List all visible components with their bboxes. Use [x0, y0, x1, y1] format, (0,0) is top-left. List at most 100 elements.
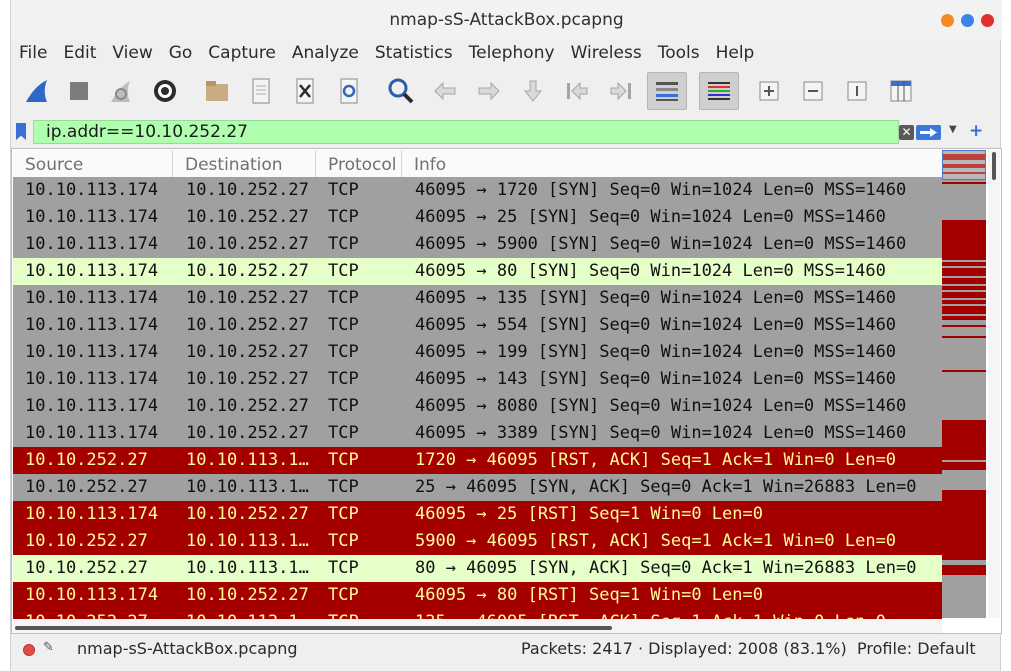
zoom-out-icon[interactable]: [795, 72, 831, 110]
resize-columns-icon[interactable]: [883, 72, 919, 110]
table-row[interactable]: 10.10.252.27 10.10.113.1… TCP 80 → 46095 [S…: [13, 555, 942, 582]
add-filter-button-plus-icon[interactable]: +: [969, 121, 983, 141]
table-row[interactable]: 10.10.113.174 10.10.252.27 TCP 46095 → 143 …: [13, 366, 942, 393]
packet-rows: 10.10.113.174 10.10.252.27 TCP 46095 → 1720…: [13, 177, 942, 629]
stop-capture-icon[interactable]: [61, 72, 97, 110]
display-filter-bar: ip.addr==10.10.252.27 ✕ ▼ +: [11, 118, 1002, 146]
table-row[interactable]: 10.10.113.174 10.10.252.27 TCP 46095 → 554 …: [13, 312, 942, 339]
table-row[interactable]: 10.10.113.174 10.10.252.27 TCP 46095 → 5900…: [13, 231, 942, 258]
filter-bookmark-icon[interactable]: [16, 123, 26, 140]
expert-info-icon[interactable]: [23, 644, 35, 656]
auto-scroll-icon[interactable]: [647, 72, 687, 110]
cell-protocol: TCP: [328, 315, 359, 335]
find-packet-icon[interactable]: [383, 72, 419, 110]
column-header-info[interactable]: Info: [402, 150, 942, 178]
apply-filter-icon[interactable]: [916, 125, 941, 140]
status-profile[interactable]: Profile: Default: [857, 639, 976, 658]
save-file-icon[interactable]: [243, 72, 279, 110]
cell-info: 46095 → 135 [SYN] Seq=0 Win=1024 Len=0 M…: [415, 288, 897, 308]
capture-options-icon[interactable]: [147, 72, 183, 110]
close-file-icon[interactable]: [287, 72, 323, 110]
go-forward-icon[interactable]: [471, 72, 507, 110]
cell-protocol: TCP: [328, 558, 359, 578]
column-header-destination[interactable]: Destination: [173, 150, 316, 178]
normal-size-icon[interactable]: [839, 72, 875, 110]
table-row[interactable]: 10.10.113.174 10.10.252.27 TCP 46095 → 135 …: [13, 285, 942, 312]
table-row[interactable]: 10.10.113.174 10.10.252.27 TCP 46095 → 80 […: [13, 258, 942, 285]
minimap-red-band: [942, 268, 986, 276]
cell-protocol: TCP: [328, 477, 359, 497]
go-first-icon[interactable]: [559, 72, 595, 110]
table-row[interactable]: 10.10.113.174 10.10.252.27 TCP 46095 → 25 […: [13, 501, 942, 528]
menu-telephony[interactable]: Telephony: [461, 40, 563, 66]
zoom-in-icon[interactable]: [751, 72, 787, 110]
table-row[interactable]: 10.10.113.174 10.10.252.27 TCP 46095 → 1720…: [13, 177, 942, 204]
go-back-icon[interactable]: [427, 72, 463, 110]
table-row[interactable]: 10.10.113.174 10.10.252.27 TCP 46095 → 8080…: [13, 393, 942, 420]
minimap-red-band: [942, 420, 986, 460]
clear-filter-icon[interactable]: ✕: [899, 125, 914, 140]
cell-info: 5900 → 46095 [RST, ACK] Seq=1 Ack=1 Win=…: [415, 531, 897, 551]
column-header-protocol[interactable]: Protocol: [316, 150, 402, 178]
filter-history-chevron-down-icon[interactable]: ▼: [949, 124, 957, 135]
menu-statistics[interactable]: Statistics: [367, 40, 461, 66]
table-row[interactable]: 10.10.113.174 10.10.252.27 TCP 46095 → 25 […: [13, 204, 942, 231]
cell-protocol: TCP: [328, 261, 359, 281]
cell-source: 10.10.113.174: [25, 396, 159, 416]
cell-source: 10.10.113.174: [25, 342, 159, 362]
horizontal-scroll-thumb[interactable]: [15, 626, 612, 630]
packet-list: Source Destination Protocol Info 10.10.1…: [11, 148, 1002, 634]
table-row[interactable]: 10.10.252.27 10.10.113.1… TCP 1720 → 46095 …: [13, 447, 942, 474]
cell-source: 10.10.113.174: [25, 504, 159, 524]
minimap-red-band: [942, 462, 986, 470]
cell-destination: 10.10.252.27: [186, 423, 309, 443]
cell-source: 10.10.252.27: [25, 531, 148, 551]
cell-info: 46095 → 80 [RST] Seq=1 Win=0 Len=0: [415, 585, 763, 605]
vertical-scroll-thumb[interactable]: [992, 152, 996, 180]
close-button[interactable]: [981, 14, 994, 27]
go-last-icon[interactable]: [603, 72, 639, 110]
table-row[interactable]: 10.10.252.27 10.10.113.1… TCP 25 → 46095 [S…: [13, 474, 942, 501]
cell-protocol: TCP: [328, 531, 359, 551]
table-row[interactable]: 10.10.113.174 10.10.252.27 TCP 46095 → 80 […: [13, 582, 942, 609]
cell-protocol: TCP: [328, 342, 359, 362]
menu-edit[interactable]: Edit: [55, 40, 104, 66]
minimap-red-band: [942, 278, 986, 284]
horizontal-scrollbar[interactable]: [13, 619, 942, 633]
minimap-red-band: [942, 306, 986, 314]
minimap-red-band: [942, 565, 986, 575]
menu-capture[interactable]: Capture: [200, 40, 284, 66]
cell-source: 10.10.113.174: [25, 261, 159, 281]
cell-info: 46095 → 143 [SYN] Seq=0 Win=1024 Len=0 M…: [415, 369, 897, 389]
maximize-button[interactable]: [961, 14, 974, 27]
table-row[interactable]: 10.10.252.27 10.10.113.1… TCP 5900 → 46095 …: [13, 528, 942, 555]
minimap-viewport[interactable]: [942, 150, 986, 180]
shark-fin-start-icon[interactable]: [19, 72, 55, 110]
cell-info: 80 → 46095 [SYN, ACK] Seq=0 Ack=1 Win=26…: [415, 558, 917, 578]
table-row[interactable]: 10.10.113.174 10.10.252.27 TCP 46095 → 3389…: [13, 420, 942, 447]
open-file-icon[interactable]: [199, 72, 235, 110]
menu-help[interactable]: Help: [708, 40, 763, 66]
column-header-source[interactable]: Source: [13, 150, 173, 178]
table-row[interactable]: 10.10.113.174 10.10.252.27 TCP 46095 → 199 …: [13, 339, 942, 366]
menu-analyze[interactable]: Analyze: [284, 40, 367, 66]
reload-file-icon[interactable]: [331, 72, 367, 110]
vertical-scrollbar[interactable]: [988, 150, 1000, 618]
cell-destination: 10.10.252.27: [186, 234, 309, 254]
colorize-icon[interactable]: [699, 72, 739, 110]
restart-capture-icon[interactable]: [103, 72, 139, 110]
minimap-red-band: [942, 286, 986, 290]
minimize-button[interactable]: [941, 14, 954, 27]
menu-go[interactable]: Go: [161, 40, 201, 66]
menu-wireless[interactable]: Wireless: [563, 40, 650, 66]
status-file-name: nmap-sS-AttackBox.pcapng: [77, 639, 298, 658]
menu-tools[interactable]: Tools: [650, 40, 708, 66]
menu-view[interactable]: View: [104, 40, 160, 66]
main-toolbar: [11, 68, 1002, 116]
capture-comment-icon[interactable]: ✎: [43, 640, 54, 655]
menu-file[interactable]: File: [11, 40, 55, 66]
display-filter-input[interactable]: ip.addr==10.10.252.27: [33, 120, 899, 144]
cell-source: 10.10.252.27: [25, 477, 148, 497]
go-to-packet-icon[interactable]: [515, 72, 551, 110]
packet-minimap[interactable]: [942, 150, 986, 618]
